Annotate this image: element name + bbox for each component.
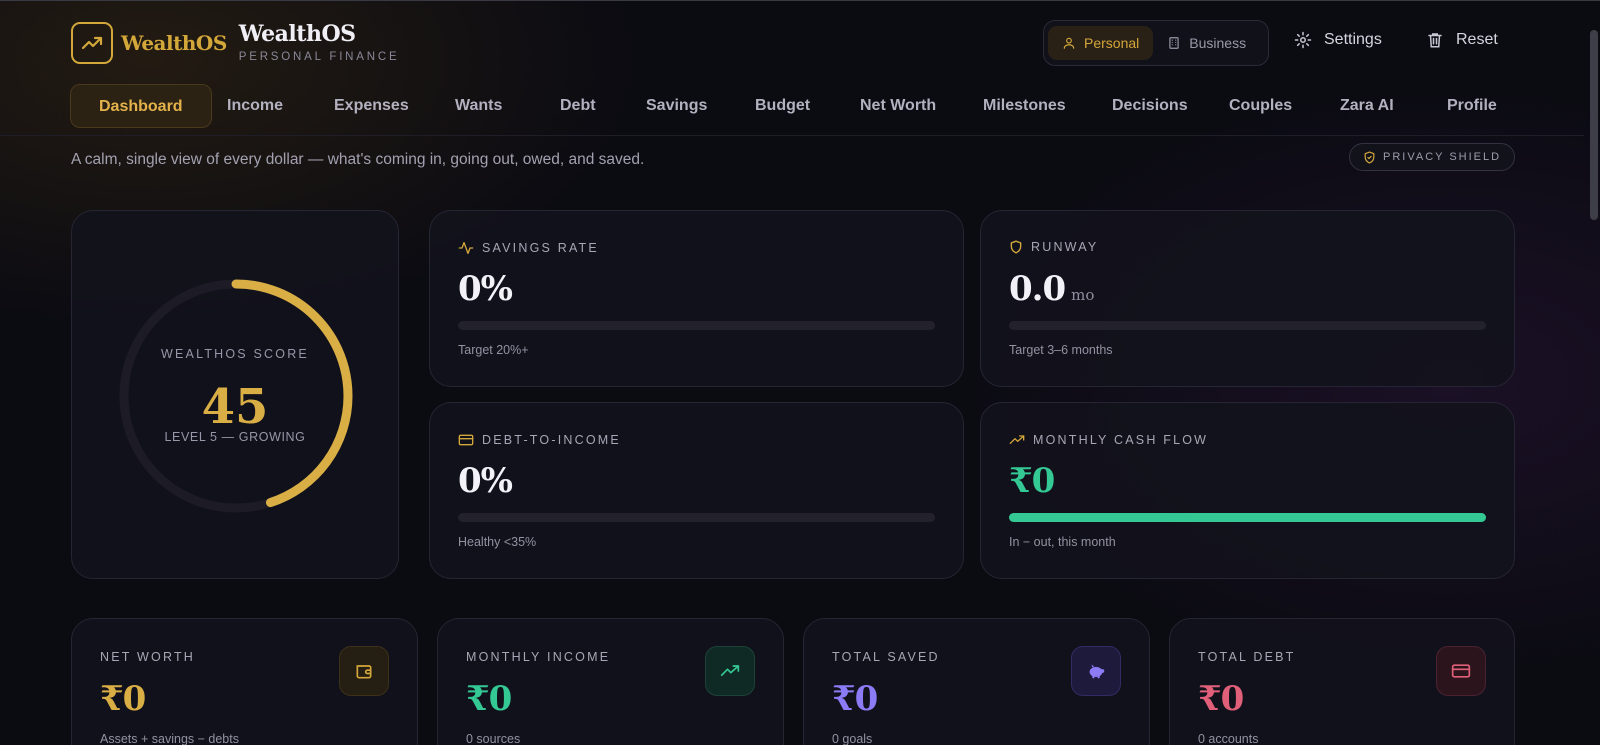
gear-icon	[1294, 31, 1312, 49]
total-debt-value: ₹0	[1198, 679, 1244, 719]
trending-up-icon	[705, 646, 755, 696]
brand[interactable]: WealthOS WealthOS PERSONAL FINANCE	[71, 22, 399, 64]
activity-icon	[458, 242, 474, 254]
runway-value: 0.0	[1009, 269, 1066, 309]
debt-to-income-card: DEBT-TO-INCOME 0% Healthy <35%	[429, 402, 964, 579]
mode-personal-button[interactable]: Personal	[1048, 26, 1154, 60]
page-scrollbar[interactable]	[1590, 30, 1598, 220]
debt-to-income-header: DEBT-TO-INCOME	[458, 432, 621, 448]
total-debt-card[interactable]: TOTAL DEBT ₹0 0 accounts	[1169, 618, 1515, 745]
nav-debt[interactable]: Debt	[560, 84, 596, 128]
runway-unit: mo	[1071, 286, 1095, 304]
mode-business-label: Business	[1189, 35, 1247, 51]
runway-hint: Target 3–6 months	[1009, 343, 1113, 357]
debt-to-income-value: 0%	[458, 461, 513, 501]
reset-label: Reset	[1456, 31, 1498, 48]
cash-flow-card: MONTHLY CASH FLOW ₹0 In − out, this mont…	[980, 402, 1515, 579]
total-saved-value: ₹0	[832, 679, 878, 719]
shield-icon	[1010, 240, 1022, 254]
total-saved-label: TOTAL SAVED	[832, 650, 940, 664]
trend-chart-icon	[71, 22, 113, 64]
nav-wants[interactable]: Wants	[455, 84, 502, 128]
score-label: WEALTHOS SCORE	[161, 347, 309, 361]
monthly-income-sub: 0 sources	[466, 732, 521, 745]
total-debt-sub: 0 accounts	[1198, 732, 1259, 745]
cash-flow-bar-fill	[1009, 513, 1486, 522]
runway-header: RUNWAY	[1009, 240, 1098, 254]
runway-label: RUNWAY	[1031, 240, 1099, 254]
nav-savings[interactable]: Savings	[646, 84, 707, 128]
total-debt-label: TOTAL DEBT	[1198, 650, 1296, 664]
settings-button[interactable]: Settings	[1294, 31, 1382, 49]
savings-rate-value: 0%	[458, 269, 513, 309]
trending-up-icon	[1009, 435, 1025, 444]
cash-flow-hint: In − out, this month	[1009, 535, 1116, 549]
cash-flow-header: MONTHLY CASH FLOW	[1009, 432, 1208, 448]
cash-flow-value: ₹0	[1009, 461, 1055, 501]
shield-check-icon	[1364, 150, 1375, 164]
cash-flow-label: MONTHLY CASH FLOW	[1033, 433, 1209, 447]
building-icon	[1169, 37, 1179, 49]
monthly-income-value: ₹0	[466, 679, 512, 719]
nav-couples[interactable]: Couples	[1229, 84, 1292, 128]
score-card: WEALTHOS SCORE 45 LEVEL 5 — GROWING	[71, 210, 399, 579]
app-title: WealthOS	[238, 21, 356, 47]
score-level: LEVEL 5 — GROWING	[164, 430, 306, 444]
score-value: 45	[201, 379, 269, 435]
nav-income[interactable]: Income	[227, 84, 283, 128]
monthly-income-card[interactable]: MONTHLY INCOME ₹0 0 sources	[437, 618, 784, 745]
runway-card: RUNWAY 0.0 mo Target 3–6 months	[980, 210, 1515, 387]
logo-wordmark: WealthOS	[121, 31, 227, 55]
mode-business-button[interactable]: Business	[1153, 26, 1260, 60]
nav-milestones[interactable]: Milestones	[983, 84, 1066, 128]
total-saved-card[interactable]: TOTAL SAVED ₹0 0 goals	[803, 618, 1150, 745]
savings-rate-hint: Target 20%+	[458, 343, 529, 357]
nav-zara-ai[interactable]: Zara AI	[1340, 84, 1394, 128]
credit-card-icon	[1436, 646, 1486, 696]
net-worth-sub: Assets + savings − debts	[100, 732, 239, 745]
page-tagline: A calm, single view of every dollar — wh…	[71, 151, 645, 168]
net-worth-card[interactable]: NET WORTH ₹0 Assets + savings − debts	[71, 618, 418, 745]
net-worth-value: ₹0	[100, 679, 146, 719]
piggy-bank-icon	[1071, 646, 1121, 696]
app-header: WealthOS WealthOS PERSONAL FINANCE Perso…	[0, 0, 1584, 136]
runway-bar	[1009, 321, 1486, 330]
debt-to-income-hint: Healthy <35%	[458, 535, 537, 549]
nav-budget[interactable]: Budget	[755, 84, 810, 128]
nav-profile[interactable]: Profile	[1447, 84, 1497, 128]
savings-rate-card: SAVINGS RATE 0% Target 20%+	[429, 210, 964, 387]
monthly-income-label: MONTHLY INCOME	[466, 650, 611, 664]
nav-dashboard[interactable]: Dashboard	[70, 84, 212, 128]
reset-button[interactable]: Reset	[1426, 31, 1498, 49]
settings-label: Settings	[1324, 31, 1382, 48]
nav-net-worth[interactable]: Net Worth	[860, 84, 936, 128]
user-icon	[1063, 37, 1075, 49]
app-subtitle: PERSONAL FINANCE	[238, 51, 400, 63]
net-worth-label: NET WORTH	[100, 650, 196, 664]
credit-card-icon	[458, 434, 474, 446]
savings-rate-bar	[458, 321, 935, 330]
cash-flow-bar	[1009, 513, 1486, 522]
total-saved-sub: 0 goals	[832, 732, 873, 745]
mode-toggle: Personal Business	[1043, 20, 1269, 66]
debt-to-income-label: DEBT-TO-INCOME	[482, 433, 621, 447]
nav-decisions[interactable]: Decisions	[1112, 84, 1188, 128]
wallet-icon	[339, 646, 389, 696]
nav-expenses[interactable]: Expenses	[334, 84, 409, 128]
mode-personal-label: Personal	[1084, 35, 1140, 51]
privacy-shield-badge[interactable]: PRIVACY SHIELD	[1349, 143, 1516, 171]
debt-to-income-bar	[458, 513, 935, 522]
privacy-label: PRIVACY SHIELD	[1383, 151, 1502, 163]
trash-icon	[1428, 33, 1442, 48]
savings-rate-label: SAVINGS RATE	[482, 241, 599, 255]
runway-value-group: 0.0 mo	[1009, 269, 1094, 309]
savings-rate-header: SAVINGS RATE	[458, 240, 599, 256]
